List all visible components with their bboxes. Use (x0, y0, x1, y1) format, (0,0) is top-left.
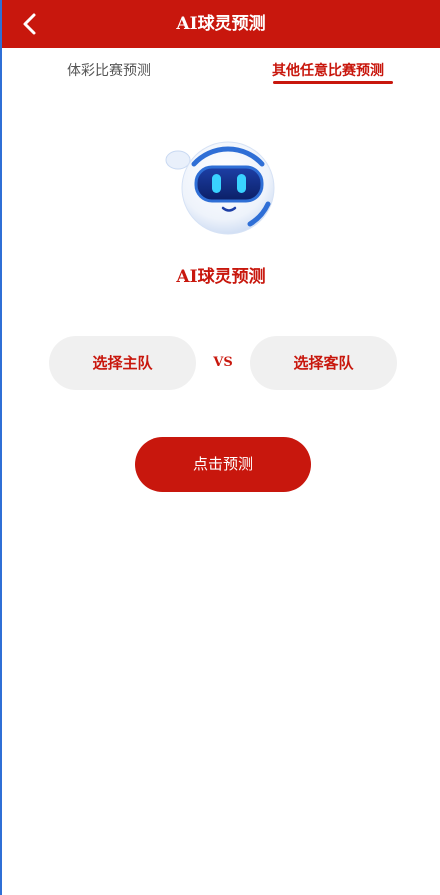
vs-label: VS (213, 355, 233, 370)
active-tab-indicator (273, 81, 393, 84)
tab-lottery-match-prediction[interactable]: 体彩比赛预测 (67, 60, 151, 80)
page: AI球灵预测 体彩比赛预测 其他任意比赛预测 AI球灵预测 选择主队 VS 选择… (0, 0, 440, 895)
tab-bar: 体彩比赛预测 其他任意比赛预测 (2, 48, 440, 94)
tab-other-match-prediction[interactable]: 其他任意比赛预测 (272, 60, 384, 80)
select-away-team-button[interactable]: 选择客队 (250, 336, 397, 390)
select-home-team-button[interactable]: 选择主队 (49, 336, 196, 390)
header-bar: AI球灵预测 (2, 0, 440, 48)
app-title: AI球灵预测 (176, 267, 266, 287)
robot-mascot-icon (164, 138, 280, 238)
page-title: AI球灵预测 (176, 14, 266, 34)
predict-button[interactable]: 点击预测 (135, 437, 311, 492)
